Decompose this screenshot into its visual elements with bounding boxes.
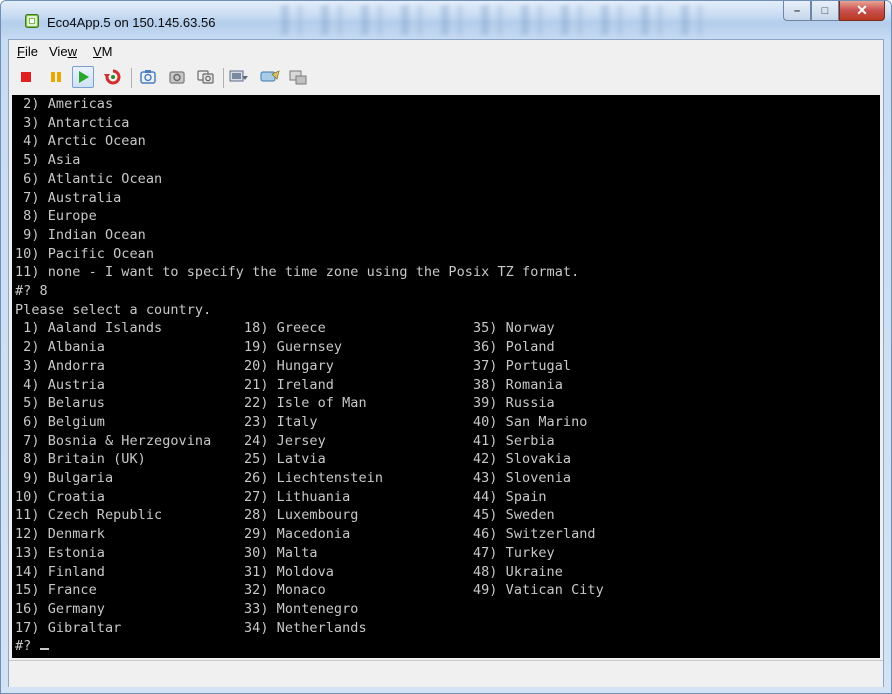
vm-console-screen[interactable]: 2) Americas 3) Antarctica 4) Arctic Ocea… [12, 95, 880, 658]
pause-icon [51, 72, 61, 82]
console-line: 4) Austria 21) Ireland 38) Romania [23, 376, 563, 393]
snapshot-manager-button[interactable] [195, 66, 217, 88]
console-line: 11) Czech Republic 28) Luxembourg 45) Sw… [15, 507, 555, 524]
console-line: 11) none - I want to specify the time zo… [15, 264, 580, 281]
console-line: 7) Bosnia & Herzegovina 24) Jersey 41) S… [23, 432, 555, 449]
power-off-button[interactable] [15, 66, 37, 88]
unity-icon [289, 70, 307, 85]
snapshot-manager-icon [197, 70, 214, 84]
full-screen-button[interactable] [259, 66, 281, 88]
console-line: 10) Croatia 27) Lithuania 44) Spain [15, 488, 547, 505]
console-line: 7) Australia [23, 189, 122, 206]
reset-button[interactable] [102, 66, 124, 88]
toolbar-separator [131, 68, 132, 88]
console-line: 3) Andorra 20) Hungary 37) Portugal [23, 357, 572, 374]
console-line: 9) Bulgaria 26) Liechtenstein 43) Sloven… [23, 470, 572, 487]
window-controls: – □ ✕ [783, 1, 885, 23]
menu-view-label-start: Vie [49, 44, 68, 59]
console-text: 2) Americas 3) Antarctica 4) Arctic Ocea… [15, 96, 604, 636]
close-icon: ✕ [856, 2, 868, 18]
console-line: 6) Atlantic Ocean [23, 170, 163, 187]
console-prompt: #? [15, 638, 40, 655]
console-line: 5) Asia [23, 152, 81, 169]
console-line: 13) Estonia 30) Malta 47) Turkey [15, 544, 555, 561]
console-line: 16) Germany 33) Montenegro [15, 600, 359, 617]
console-line: 6) Belgium 23) Italy 40) San Marino [23, 413, 588, 430]
menu-file-accelerator: F [17, 44, 25, 59]
snapshot-take-icon [140, 70, 156, 84]
menu-view-accelerator: w [67, 44, 77, 59]
console-line: 9) Indian Ocean [23, 226, 146, 243]
close-button[interactable]: ✕ [839, 1, 885, 21]
client-area: File View VM 2) Americas 3) Antarctica 4… [8, 39, 884, 687]
play-icon [79, 71, 89, 83]
console-line: #? 8 [15, 283, 48, 300]
menu-vm-label-rest: M [101, 44, 113, 59]
text-cursor [39, 648, 49, 651]
status-bar [9, 660, 883, 687]
toolbar [9, 62, 883, 92]
reset-icon [104, 69, 121, 85]
power-on-button[interactable] [72, 66, 94, 88]
console-line: 2) Americas [23, 96, 114, 112]
console-line: 4) Arctic Ocean [23, 133, 146, 150]
suspend-button[interactable] [45, 66, 67, 88]
unity-button[interactable] [287, 66, 309, 88]
vm-app-icon [25, 14, 39, 28]
maximize-button[interactable]: □ [811, 1, 839, 21]
menu-bar: File View VM [9, 40, 883, 62]
console-line: 8) Britain (UK) 25) Latvia 42) Slovakia [23, 451, 572, 468]
console-line: Please select a country. [15, 301, 212, 318]
console-line: 2) Albania 19) Guernsey 36) Poland [23, 339, 555, 356]
revert-snapshot-button[interactable] [166, 66, 188, 88]
console-output: 2) Americas 3) Antarctica 4) Arctic Ocea… [12, 95, 880, 656]
console-line: 12) Denmark 29) Macedonia 46) Switzerlan… [15, 526, 596, 543]
menu-view[interactable]: View [49, 44, 77, 59]
stop-square-icon [21, 72, 31, 82]
minimize-icon: – [793, 4, 801, 17]
menu-file-label-rest: ile [24, 44, 38, 59]
menu-vm-accelerator: V [93, 44, 102, 59]
full-screen-icon [260, 70, 280, 82]
menu-vm[interactable]: VM [93, 44, 113, 59]
menu-file[interactable]: File [17, 44, 38, 59]
console-line: 1) Aaland Islands 18) Greece 35) Norway [23, 320, 555, 337]
console-line: 14) Finland 31) Moldova 48) Ukraine [15, 563, 563, 580]
console-line: 8) Europe [23, 208, 97, 225]
minimize-button[interactable]: – [783, 1, 811, 21]
take-snapshot-button[interactable] [137, 66, 159, 88]
toolbar-separator [223, 68, 224, 88]
console-line: 17) Gibraltar 34) Netherlands [15, 619, 367, 636]
console-view-icon [229, 70, 248, 82]
console-view-button[interactable] [228, 66, 250, 88]
console-line: 3) Antarctica [23, 114, 130, 131]
console-line: 10) Pacific Ocean [15, 245, 155, 262]
window-title: Eco4App.5 on 150.145.63.56 [47, 15, 216, 30]
vm-console-window: Eco4App.5 on 150.145.63.56 – □ ✕ File Vi… [0, 0, 892, 694]
snapshot-revert-icon [169, 71, 185, 84]
maximize-icon: □ [821, 4, 829, 17]
console-line: 15) France 32) Monaco 49) Vatican City [15, 582, 604, 599]
console-line: 5) Belarus 22) Isle of Man 39) Russia [23, 395, 555, 412]
title-bar[interactable]: Eco4App.5 on 150.145.63.56 – □ ✕ [1, 1, 891, 39]
title-bar-background-decoration [281, 5, 721, 35]
